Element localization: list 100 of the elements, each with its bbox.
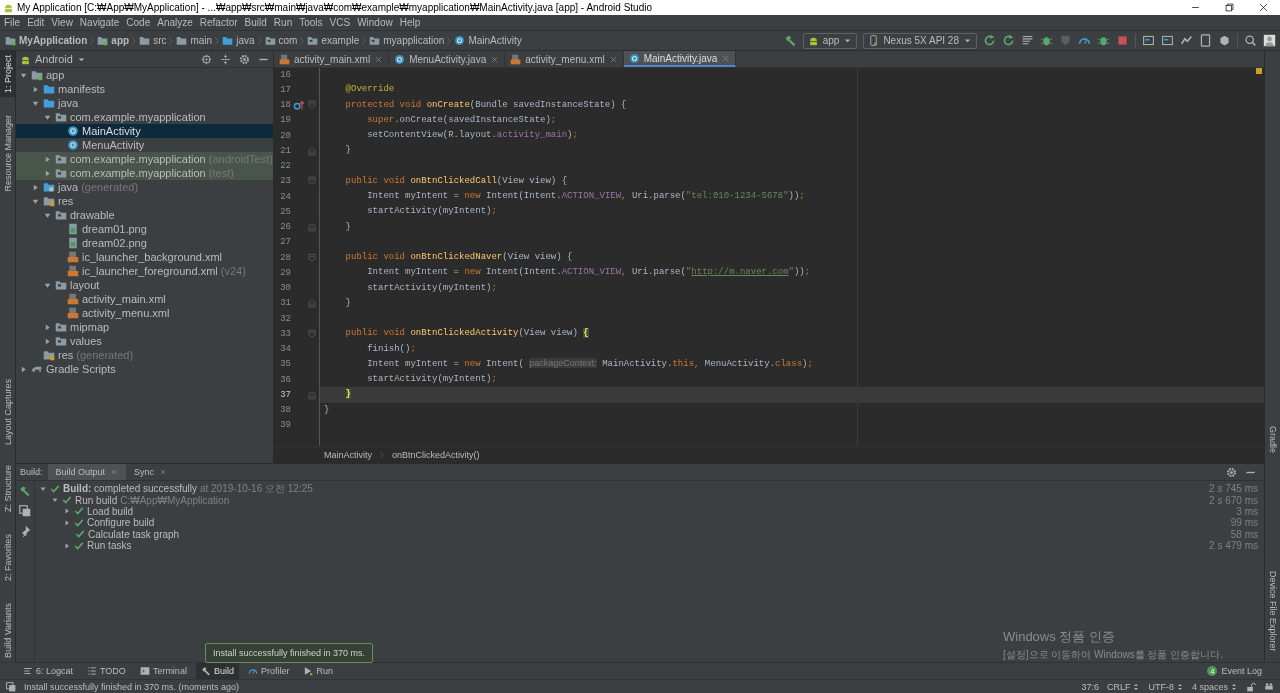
panel-tab[interactable]: Sync: [126, 464, 176, 480]
tool-window-button[interactable]: Profiler: [242, 663, 295, 679]
menu-item[interactable]: Window: [357, 17, 393, 28]
tree-item[interactable]: app: [16, 68, 273, 82]
rerun-icon[interactable]: [1002, 34, 1015, 47]
window-icon[interactable]: [1161, 34, 1174, 47]
module-dropdown[interactable]: app: [802, 32, 858, 49]
breadcrumb-item[interactable]: onBtnClickedActivity(): [392, 450, 480, 460]
tree-item[interactable]: MenuActivity: [16, 138, 273, 152]
lock-icon[interactable]: [1246, 681, 1256, 692]
arrow-right-icon[interactable]: [43, 322, 52, 332]
build-step[interactable]: Run tasks 2 s 479 ms: [35, 539, 1264, 552]
panel-tab[interactable]: Build Output: [47, 464, 127, 480]
menu-item[interactable]: Run: [273, 17, 293, 28]
breadcrumb-item[interactable]: MainActivity: [454, 35, 522, 46]
hammer-icon[interactable]: [783, 34, 797, 47]
menu-item[interactable]: Navigate: [79, 17, 120, 28]
tree-item[interactable]: ic_launcher_background.xml: [16, 250, 273, 264]
phone-icon[interactable]: [1199, 34, 1212, 47]
hammer-icon[interactable]: [19, 485, 31, 497]
settings-icon[interactable]: [239, 53, 250, 65]
close-icon[interactable]: [374, 54, 384, 64]
target-icon[interactable]: [201, 53, 212, 65]
settings-icon[interactable]: [1226, 466, 1237, 478]
cube-icon[interactable]: [1218, 34, 1231, 47]
collapse-all-icon[interactable]: [220, 53, 231, 65]
menu-item[interactable]: Tools: [299, 17, 323, 28]
tree-item[interactable]: drawable: [16, 208, 273, 222]
tree-item[interactable]: layout: [16, 278, 273, 292]
tool-window-button[interactable]: Build: [195, 663, 239, 679]
menu-item[interactable]: VCS: [329, 17, 351, 28]
breadcrumb-item[interactable]: MyApplication: [5, 35, 88, 46]
copy-icon[interactable]: [19, 505, 31, 517]
breadcrumb-item[interactable]: app: [97, 35, 130, 46]
tool-window-tab[interactable]: Layout Captures: [0, 375, 15, 450]
tree-item[interactable]: java (generated): [16, 180, 273, 194]
arrow-right-icon[interactable]: [43, 336, 52, 346]
arrow-right-icon[interactable]: [63, 507, 71, 516]
editor-tab[interactable]: MainActivity.java: [623, 51, 737, 67]
panel-icon[interactable]: [6, 681, 16, 692]
build-step[interactable]: Run build C:₩App₩MyApplication 2 s 670 ms: [35, 494, 1264, 506]
bug-icon[interactable]: [1097, 34, 1110, 47]
breadcrumb-item[interactable]: myapplication: [369, 35, 445, 46]
tool-window-tab[interactable]: 2: Favorites: [0, 530, 15, 586]
menu-item[interactable]: Edit: [27, 17, 45, 28]
arrow-right-icon[interactable]: [19, 364, 28, 374]
breadcrumb-item[interactable]: MainActivity: [324, 450, 372, 460]
sync-icon[interactable]: [1180, 34, 1193, 47]
tool-window-button[interactable]: 6: Logcat: [18, 663, 79, 679]
lines-icon[interactable]: [1021, 34, 1034, 47]
tool-window-button[interactable]: Run: [298, 663, 338, 679]
tree-item[interactable]: res (generated): [16, 348, 273, 362]
tool-window-tab[interactable]: Gradle: [1265, 422, 1280, 457]
bug-icon[interactable]: [1040, 34, 1053, 47]
tree-item[interactable]: ic_launcher_foreground.xml (v24): [16, 264, 273, 278]
arrow-right-icon[interactable]: [31, 182, 40, 192]
stop-icon[interactable]: [1116, 34, 1129, 47]
close-icon[interactable]: [490, 54, 500, 64]
tool-window-tab[interactable]: Resource Manager: [0, 111, 15, 196]
tree-item[interactable]: values: [16, 334, 273, 348]
menu-item[interactable]: Build: [244, 17, 267, 28]
tree-item[interactable]: mipmap: [16, 320, 273, 334]
tree-item[interactable]: com.example.myapplication: [16, 110, 273, 124]
breadcrumb-item[interactable]: example: [307, 35, 360, 46]
tree-item[interactable]: activity_menu.xml: [16, 306, 273, 320]
menu-item[interactable]: Code: [126, 17, 151, 28]
menu-item[interactable]: Analyze: [157, 17, 193, 28]
arrow-right-icon[interactable]: [63, 518, 71, 527]
avatar-icon[interactable]: [1263, 34, 1276, 47]
indent-selector[interactable]: 4 spaces: [1191, 681, 1238, 692]
tree-item[interactable]: activity_main.xml: [16, 292, 273, 306]
window-icon[interactable]: [1142, 34, 1155, 47]
device-dropdown[interactable]: Nexus 5X API 28: [863, 32, 977, 49]
tool-window-tab[interactable]: 1: Project: [0, 51, 15, 98]
breadcrumb-item[interactable]: java: [222, 35, 255, 46]
breadcrumb-item[interactable]: main: [176, 35, 213, 46]
build-step[interactable]: Build: completed successfully at 2019-10-16 오전 12:25 2 s 745 ms: [35, 483, 1264, 495]
search-icon[interactable]: [1244, 34, 1257, 47]
editor-tab[interactable]: MenuActivity.java: [389, 51, 506, 67]
tool-window-button[interactable]: TODO: [82, 663, 131, 679]
build-step[interactable]: Calculate task graph 58 ms: [35, 528, 1264, 540]
arrow-right-icon[interactable]: [43, 154, 52, 164]
tree-item[interactable]: manifests: [16, 82, 273, 96]
view-dropdown[interactable]: Android: [20, 53, 86, 65]
tree-item[interactable]: Gradle Scripts: [16, 362, 273, 376]
menu-item[interactable]: File: [4, 17, 21, 28]
tree-item[interactable]: dream01.png: [16, 222, 273, 236]
tool-window-button[interactable]: Terminal: [134, 663, 192, 679]
editor-tab[interactable]: activity_main.xml: [274, 51, 390, 67]
build-step[interactable]: Configure build 99 ms: [35, 517, 1264, 529]
tree-item[interactable]: java: [16, 96, 273, 110]
breadcrumb-item[interactable]: src: [139, 35, 167, 46]
override-marker-icon[interactable]: [292, 99, 304, 111]
menu-item[interactable]: Refactor: [199, 17, 238, 28]
arrow-right-icon[interactable]: [43, 168, 52, 178]
pin-icon[interactable]: [19, 525, 31, 537]
build-step[interactable]: Load build 3 ms: [35, 505, 1264, 518]
tree-item[interactable]: res: [16, 194, 273, 208]
menu-item[interactable]: View: [51, 17, 73, 28]
close-icon[interactable]: [159, 468, 168, 476]
